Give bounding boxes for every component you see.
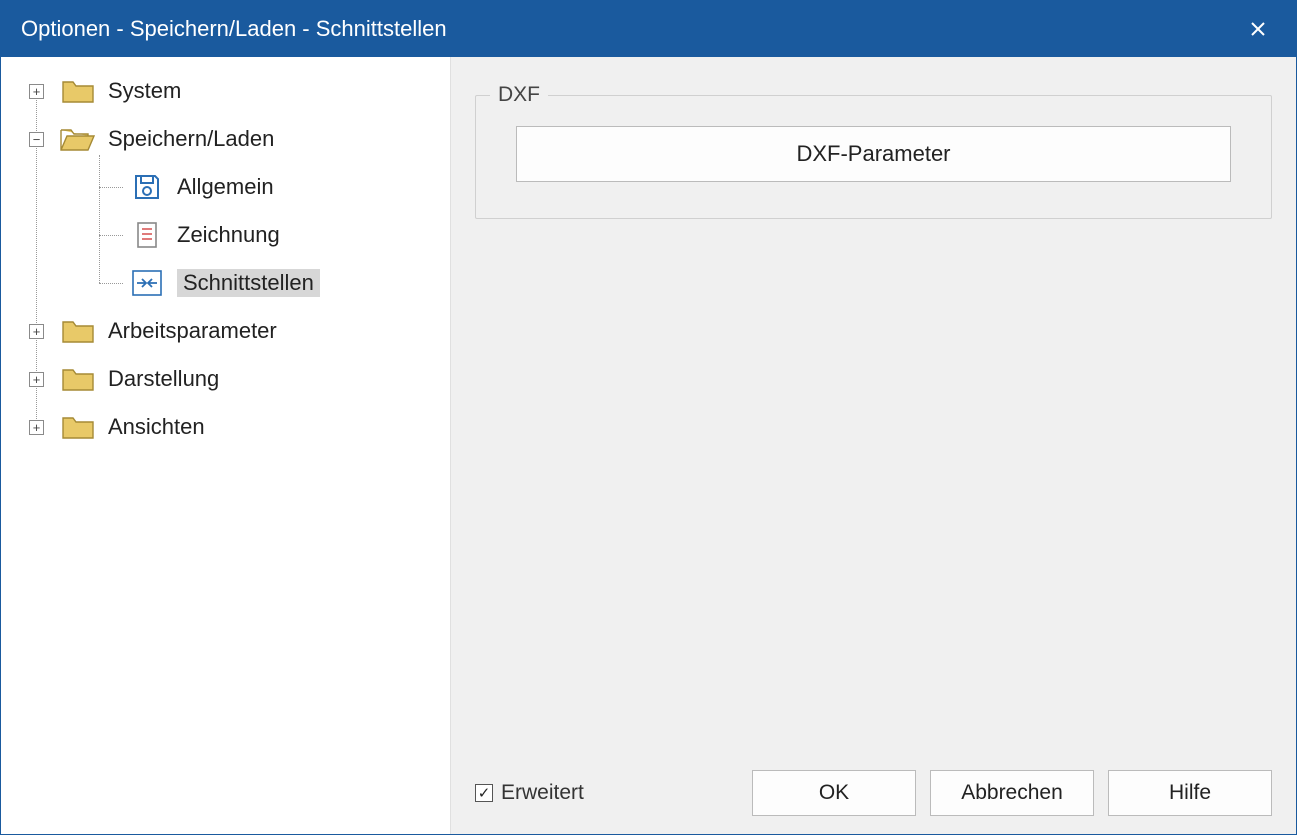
- tree-item-arbeitsparameter[interactable]: + Arbeitsparameter: [1, 307, 450, 355]
- checkbox-label: Erweitert: [501, 781, 584, 805]
- sidebar: + System −: [1, 57, 451, 834]
- dxf-parameter-button[interactable]: DXF-Parameter: [516, 126, 1231, 182]
- content-main: DXF DXF-Parameter: [475, 81, 1272, 760]
- folder-icon: [60, 364, 96, 394]
- tree-item-ansichten[interactable]: + Ansichten: [1, 403, 450, 451]
- close-icon: [1250, 21, 1266, 37]
- tree-label: Ansichten: [108, 414, 205, 440]
- checkbox-icon: ✓: [475, 784, 493, 802]
- tree-item-darstellung[interactable]: + Darstellung: [1, 355, 450, 403]
- folder-open-icon: [60, 124, 96, 154]
- cancel-button[interactable]: Abbrechen: [930, 770, 1094, 816]
- tree-label: Zeichnung: [177, 222, 280, 248]
- interface-icon: [129, 268, 165, 298]
- expand-icon[interactable]: +: [29, 84, 44, 99]
- nav-tree: + System −: [1, 67, 450, 451]
- tree-label: System: [108, 78, 181, 104]
- window-title: Optionen - Speichern/Laden - Schnittstel…: [21, 16, 1238, 42]
- folder-icon: [60, 76, 96, 106]
- tree-label: Darstellung: [108, 366, 219, 392]
- expand-icon[interactable]: +: [29, 420, 44, 435]
- folder-icon: [60, 316, 96, 346]
- tree-label: Allgemein: [177, 174, 274, 200]
- ok-button[interactable]: OK: [752, 770, 916, 816]
- tree-label: Schnittstellen: [177, 269, 320, 297]
- tree-item-speichern-laden[interactable]: − Speichern/Laden: [1, 115, 450, 163]
- tree-item-allgemein[interactable]: Allgemein: [1, 163, 450, 211]
- groupbox-title: DXF: [490, 83, 548, 107]
- groupbox-dxf: DXF DXF-Parameter: [475, 95, 1272, 219]
- checkbox-erweitert[interactable]: ✓ Erweitert: [475, 781, 584, 805]
- close-button[interactable]: [1238, 9, 1278, 49]
- tree-item-zeichnung[interactable]: Zeichnung: [1, 211, 450, 259]
- help-button[interactable]: Hilfe: [1108, 770, 1272, 816]
- tree-item-schnittstellen[interactable]: Schnittstellen: [1, 259, 450, 307]
- disk-icon: [129, 172, 165, 202]
- footer: ✓ Erweitert OK Abbrechen Hilfe: [475, 770, 1272, 816]
- collapse-icon[interactable]: −: [29, 132, 44, 147]
- expand-icon[interactable]: +: [29, 372, 44, 387]
- titlebar: Optionen - Speichern/Laden - Schnittstel…: [1, 1, 1296, 57]
- tree-label: Arbeitsparameter: [108, 318, 277, 344]
- content-panel: DXF DXF-Parameter ✓ Erweitert OK Abbrech…: [451, 57, 1296, 834]
- expand-icon[interactable]: +: [29, 324, 44, 339]
- dialog-window: Optionen - Speichern/Laden - Schnittstel…: [0, 0, 1297, 835]
- tree-label: Speichern/Laden: [108, 126, 274, 152]
- document-icon: [129, 220, 165, 250]
- folder-icon: [60, 412, 96, 442]
- dialog-body: + System −: [1, 57, 1296, 834]
- tree-item-system[interactable]: + System: [1, 67, 450, 115]
